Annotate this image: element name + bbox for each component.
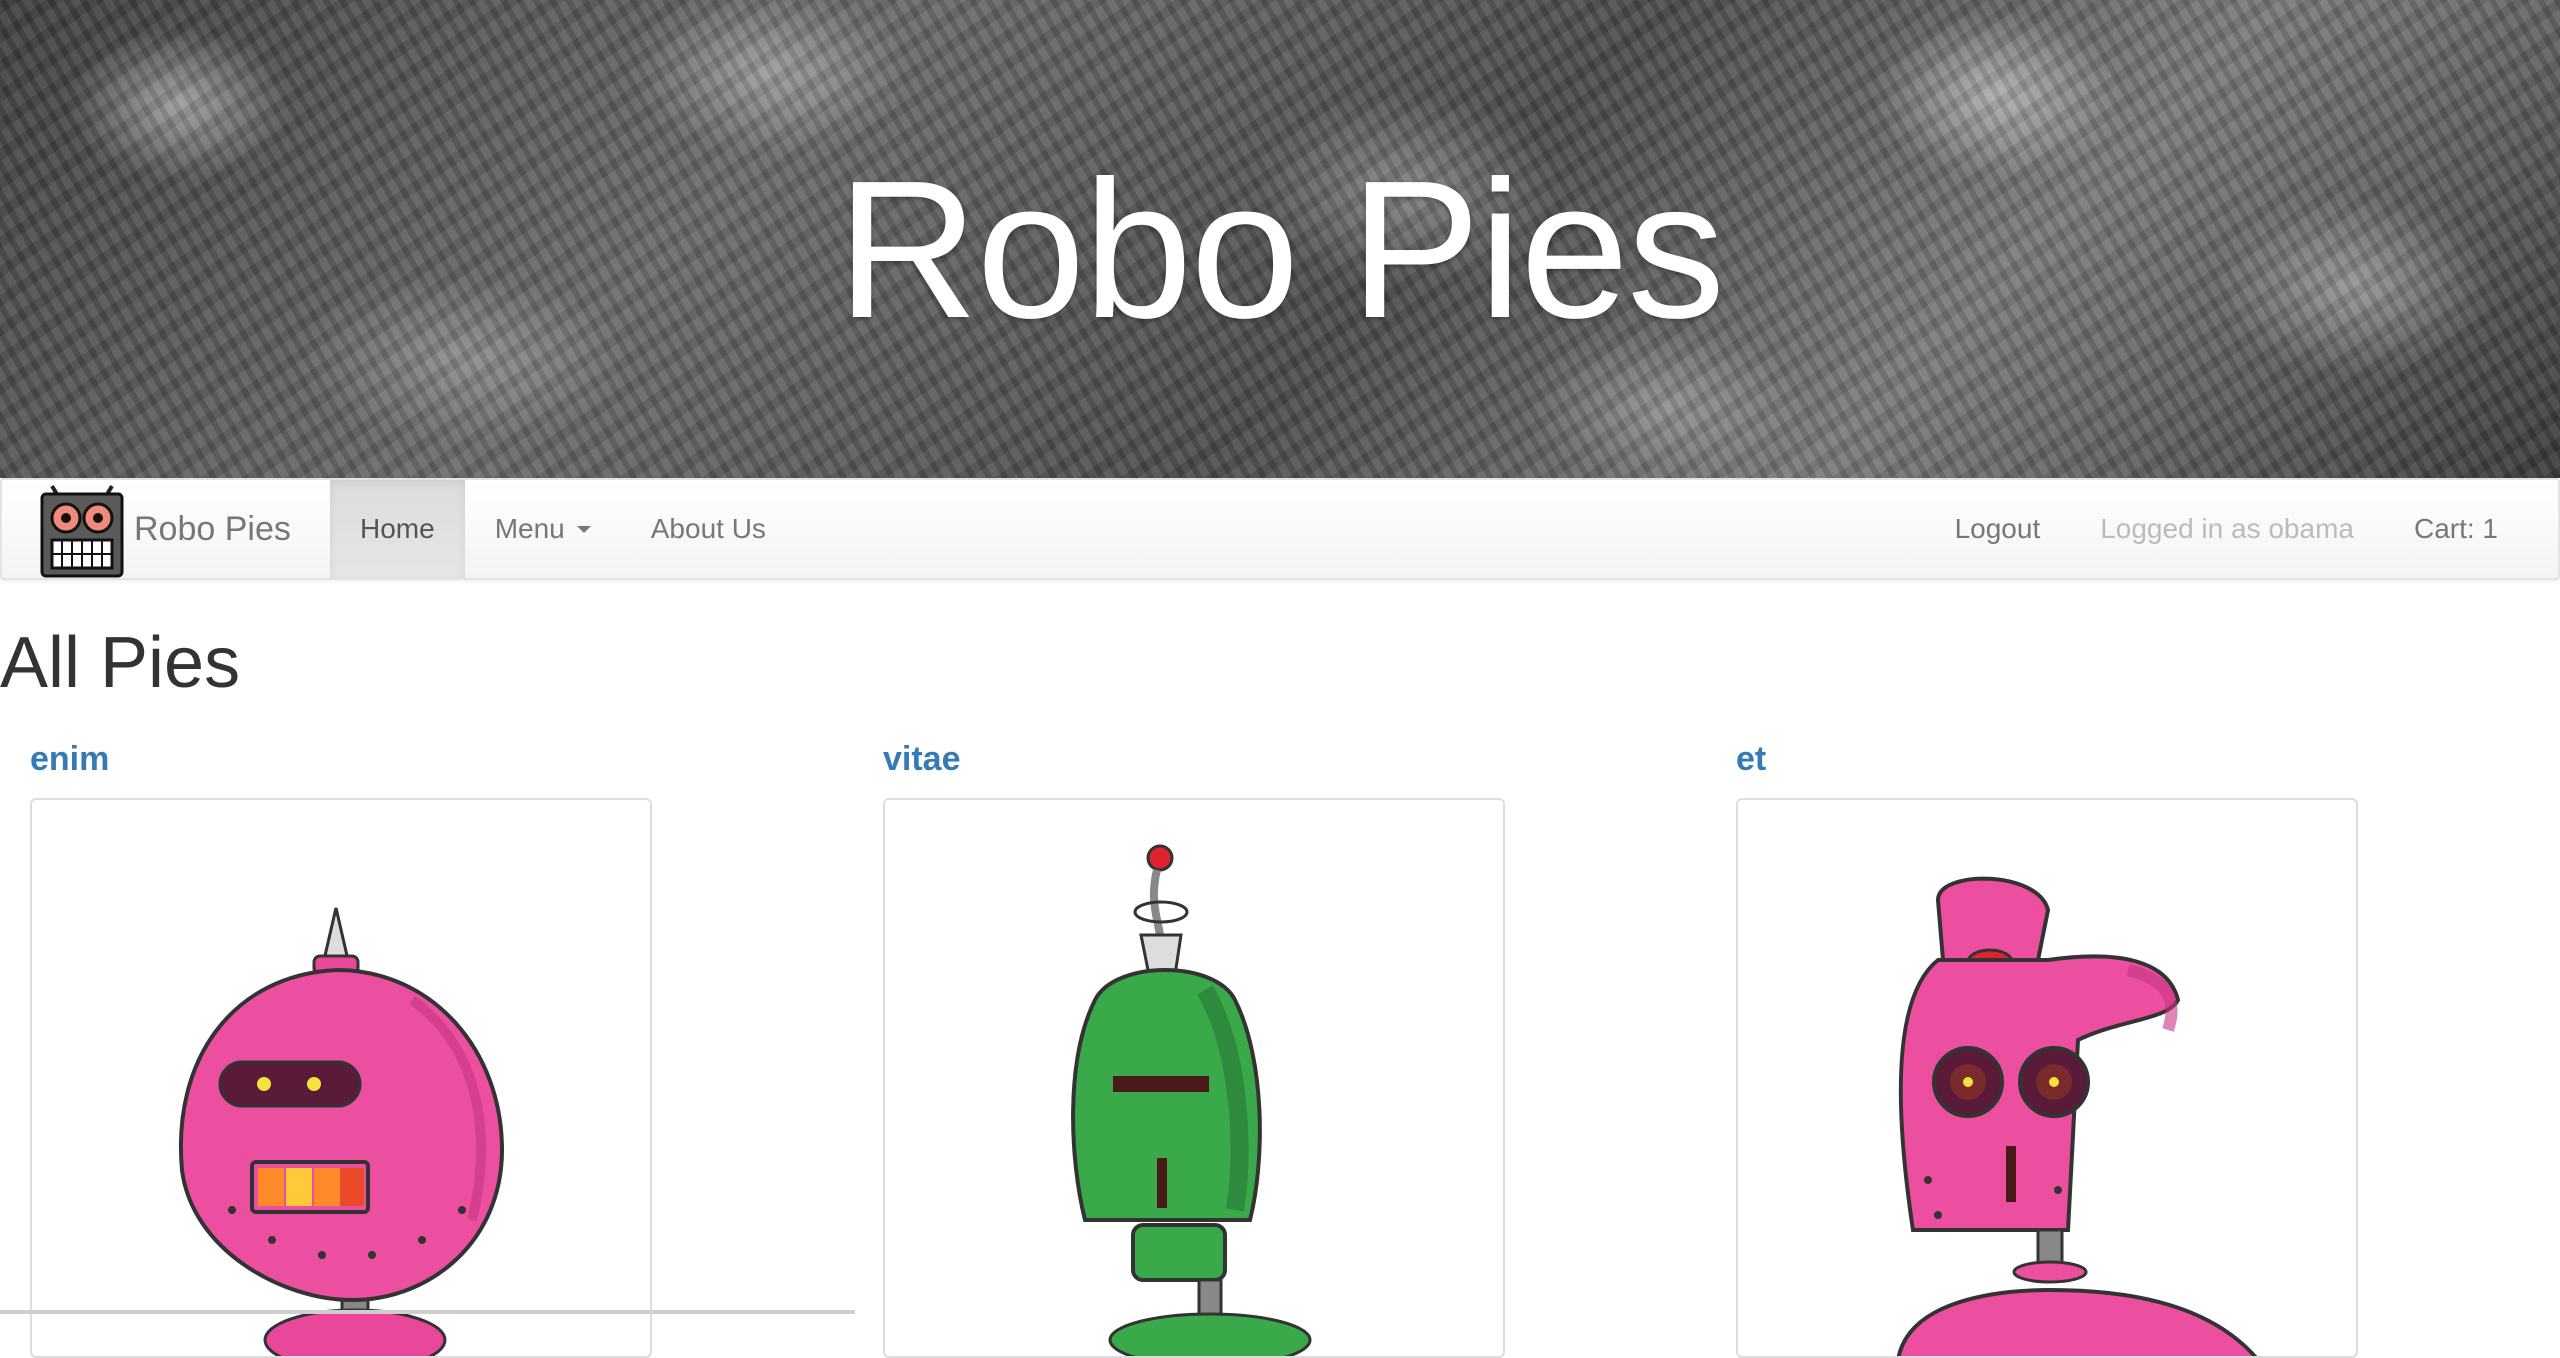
cart-label: Cart: 1 (2413, 513, 2498, 544)
pie-name-link[interactable]: et (1736, 736, 2358, 782)
logout-link[interactable]: Logout (1925, 480, 2071, 578)
nav-menu-label: Menu (494, 513, 565, 544)
horizontal-scrollbar[interactable] (0, 1310, 855, 1314)
nav-right: Logout Logged in as obama Cart: 1 (1925, 480, 2528, 578)
green-robot-antenna-icon (1071, 844, 1312, 1356)
pink-robot-round-eyes-icon (1896, 876, 2258, 1356)
robot-logo-icon (40, 484, 124, 578)
pie-card: enim (30, 736, 652, 1358)
page-heading: All Pies (0, 623, 241, 703)
hero-banner: Robo Pies (0, 0, 2560, 478)
cart-link[interactable]: Cart: 1 (2384, 480, 2528, 578)
pie-card: vitae (883, 736, 1505, 1358)
logout-label: Logout (1954, 513, 2041, 544)
brand-link[interactable]: Robo Pies (38, 480, 291, 578)
hero-title: Robo Pies (836, 140, 1725, 359)
nav-about-us[interactable]: About Us (621, 480, 796, 578)
nav-home[interactable]: Home (330, 480, 465, 578)
nav-menu-dropdown[interactable]: Menu (465, 480, 621, 578)
pie-thumbnail[interactable] (883, 798, 1505, 1358)
pie-thumbnail[interactable] (1736, 798, 2358, 1358)
navbar: Robo Pies Home Menu About Us Logout Logg… (0, 478, 2560, 580)
brand-name: Robo Pies (134, 509, 291, 548)
caret-down-icon (576, 525, 591, 533)
pie-name-link[interactable]: vitae (883, 736, 1505, 782)
pink-robot-spike-icon (178, 907, 505, 1356)
pie-card: et (1736, 736, 2358, 1358)
nav-home-label: Home (360, 513, 435, 544)
nav-about-label: About Us (650, 513, 766, 544)
pie-thumbnail[interactable] (30, 798, 652, 1358)
pie-name-link[interactable]: enim (30, 736, 652, 782)
logged-in-status: Logged in as obama (2100, 513, 2354, 544)
nav-left: Home Menu About Us (330, 480, 796, 578)
